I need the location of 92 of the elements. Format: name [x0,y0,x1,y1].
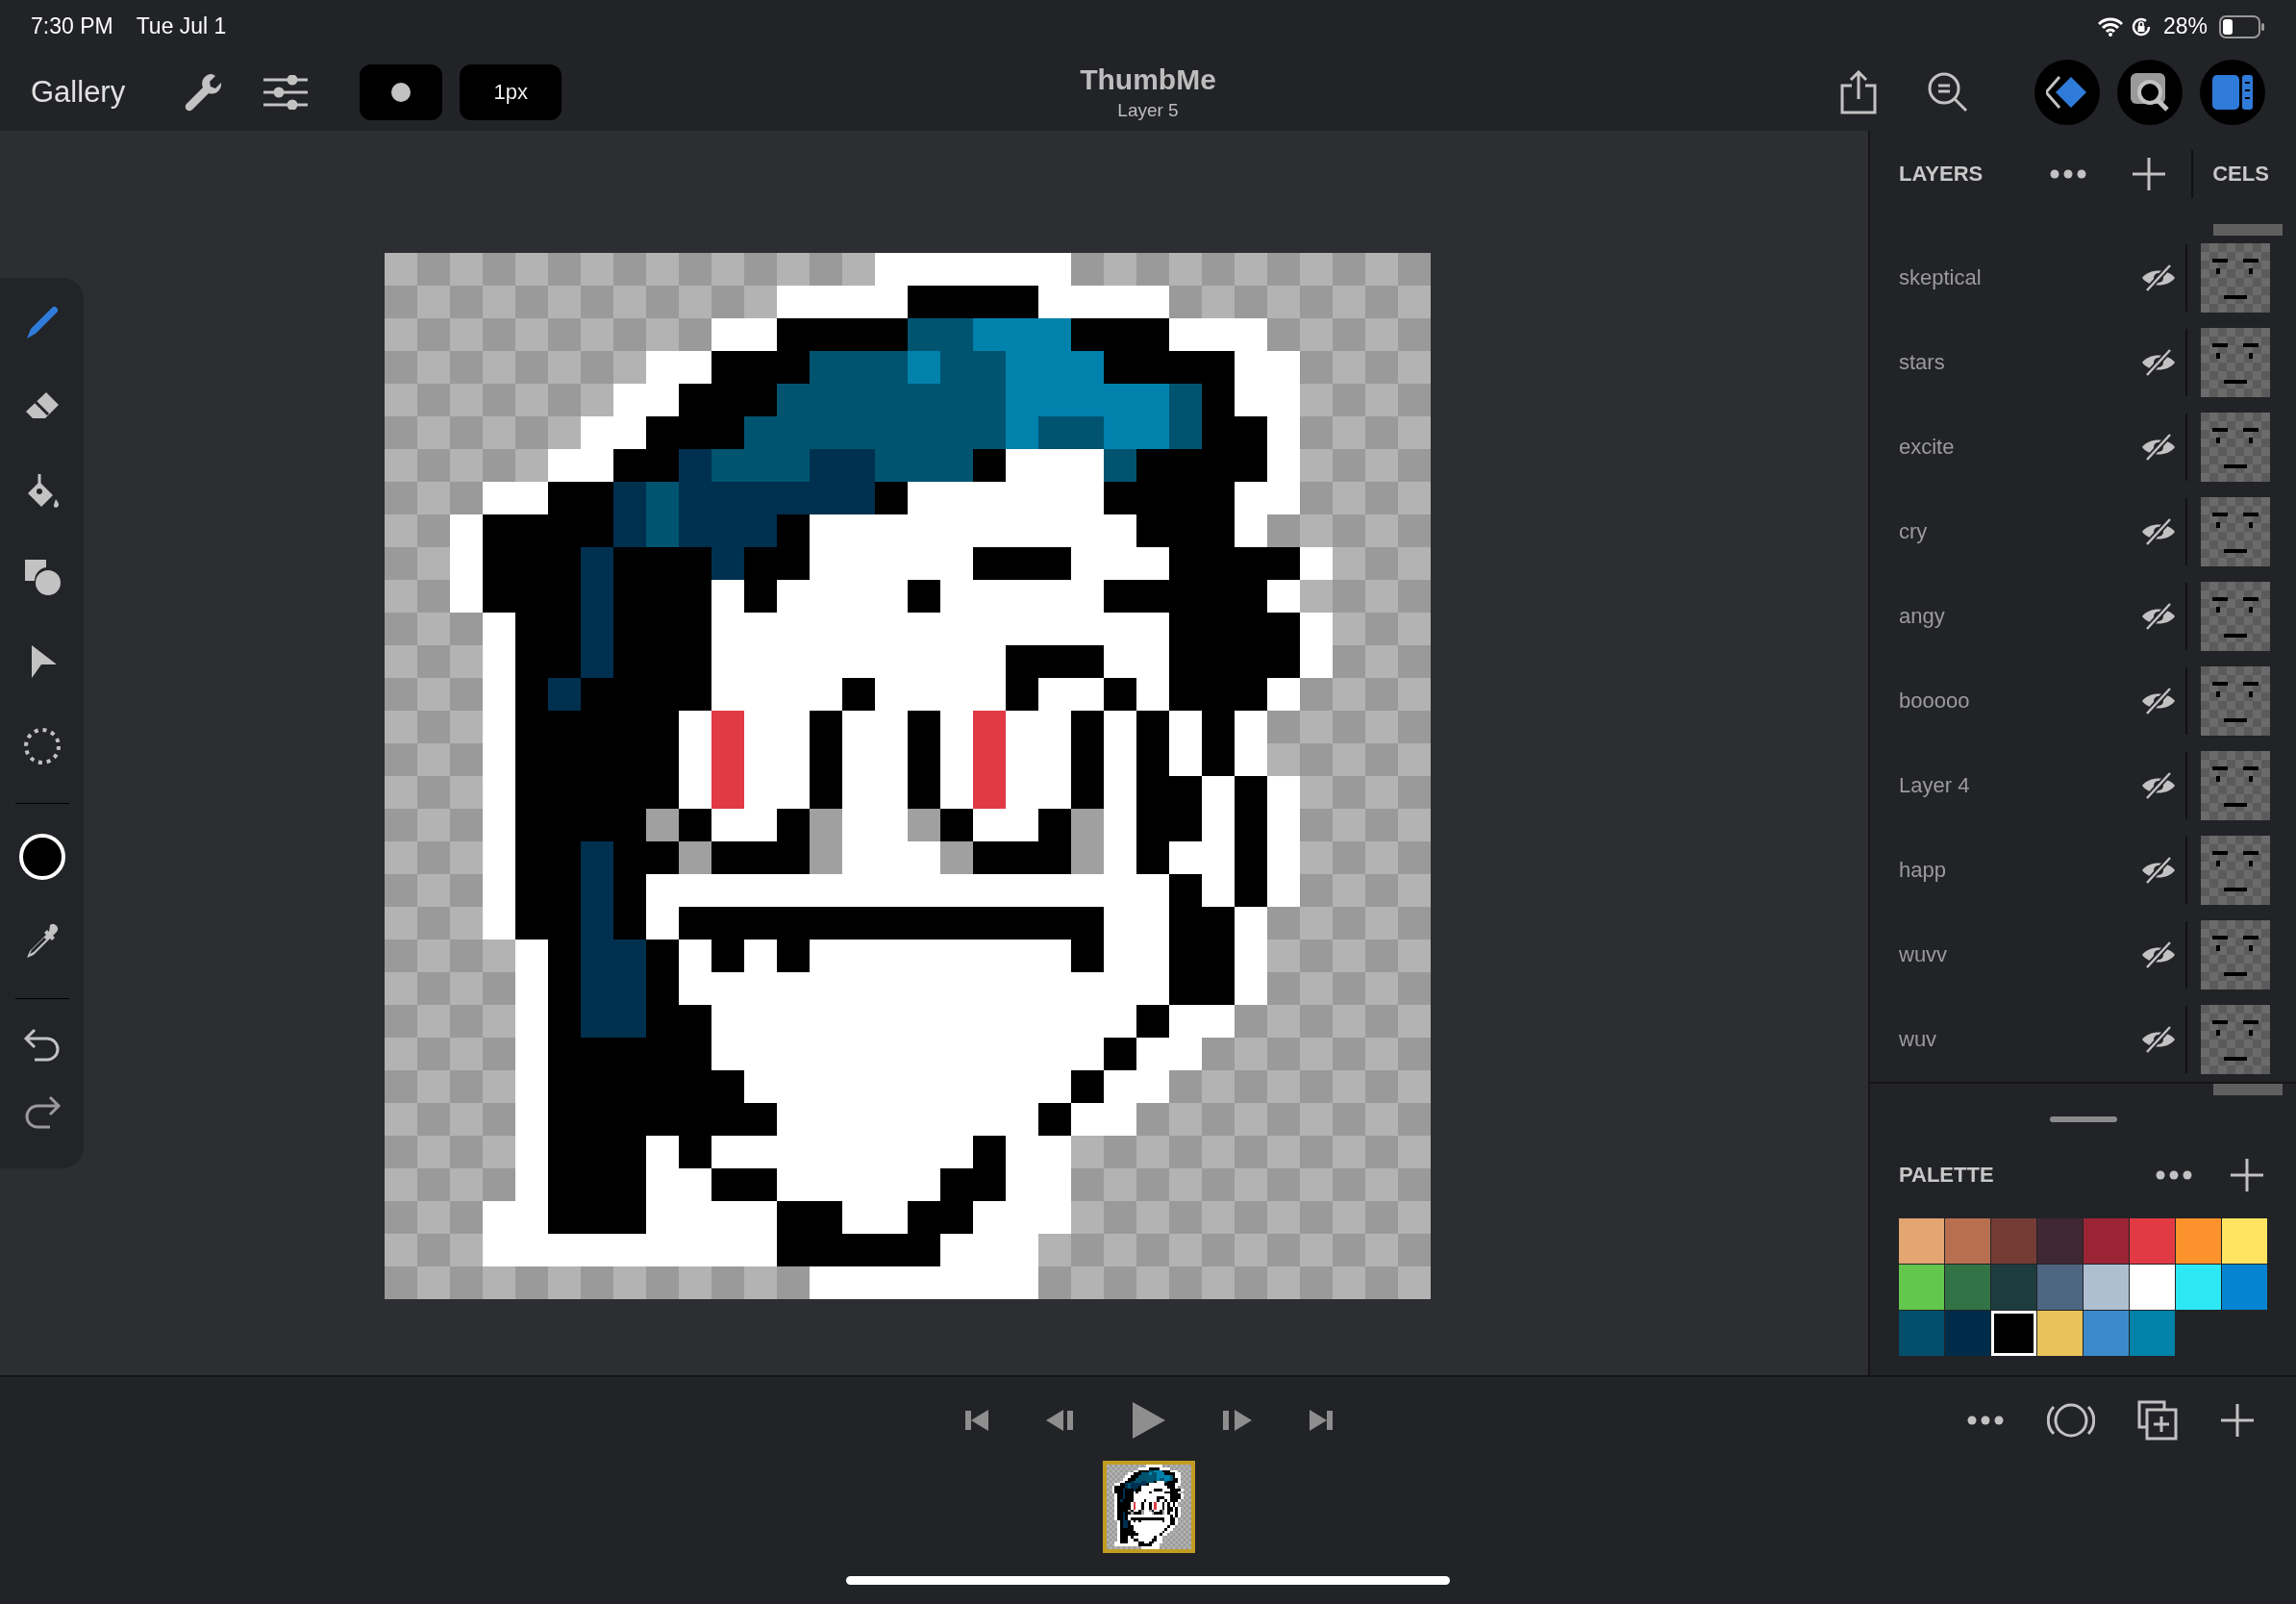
cel-thumbnail[interactable] [2201,412,2270,482]
color-swatch[interactable] [1991,1264,2036,1310]
color-swatch[interactable] [2176,1264,2221,1310]
color-well[interactable] [17,832,66,881]
layer-name[interactable]: booooo [1899,688,2141,714]
cel-thumbnail[interactable] [2201,835,2270,905]
layer-subtitle: Layer 5 [1117,99,1179,121]
more-icon[interactable] [2050,168,2087,179]
duplicate-icon[interactable] [2137,1400,2179,1441]
zoom-icon[interactable] [1927,70,1969,113]
sidebar-panel-icon [2212,74,2253,110]
wifi-icon [2097,16,2123,37]
color-swatch[interactable] [2130,1217,2175,1264]
dotted-circle-icon[interactable] [22,726,62,765]
color-swatch[interactable] [1945,1264,1990,1310]
color-swatch[interactable] [2037,1217,2083,1264]
eye-slash-icon[interactable] [2141,432,2176,462]
eye-slash-icon[interactable] [2141,601,2176,631]
color-swatch[interactable] [2037,1310,2083,1356]
battery-percent: 28% [2162,13,2208,40]
cel-thumbnail[interactable] [2201,581,2270,651]
eye-slash-icon[interactable] [2141,516,2176,546]
eye-slash-icon[interactable] [2141,347,2176,377]
layer-name[interactable]: wuvv [1899,941,2141,967]
onion-skin-icon[interactable] [2046,1402,2095,1440]
undo-icon[interactable] [22,1027,62,1063]
skip-start-icon[interactable] [964,1410,988,1432]
color-swatch[interactable] [2130,1310,2175,1356]
share-icon[interactable] [1840,69,1877,114]
color-swatch[interactable] [2176,1217,2221,1264]
skip-end-icon[interactable] [1309,1410,1333,1432]
cel-thumbnail[interactable] [2201,496,2270,566]
eye-slash-icon[interactable] [2141,263,2176,292]
color-swatch[interactable] [2037,1264,2083,1310]
color-swatch[interactable] [2222,1264,2267,1310]
color-swatch[interactable] [2084,1264,2129,1310]
shapes-icon[interactable] [22,557,62,596]
color-swatch[interactable] [1991,1217,2036,1264]
color-swatch[interactable] [1899,1310,1944,1356]
color-swatch[interactable] [2084,1310,2129,1356]
color-swatch[interactable] [1945,1217,1990,1264]
gallery-button[interactable]: Gallery [31,74,126,110]
eye-slash-icon[interactable] [2141,770,2176,800]
layer-name[interactable]: wuv [1899,1026,2141,1052]
color-swatch[interactable] [1899,1217,1944,1264]
more-icon[interactable] [2155,1169,2192,1180]
eye-slash-icon[interactable] [2141,1024,2176,1054]
eye-slash-icon[interactable] [2141,855,2176,885]
add-color-icon[interactable] [2230,1158,2263,1191]
cel-thumbnail[interactable] [2213,223,2283,236]
layer-name[interactable]: stars [1899,349,2141,375]
layer-name[interactable]: cry [1899,518,2141,544]
status-date: Tue Jul 1 [136,13,227,40]
step-back-icon[interactable] [1045,1410,1075,1432]
layer-name[interactable]: angy [1899,603,2141,629]
magnifier-icon [2129,70,2171,113]
color-swatch[interactable] [1945,1310,1990,1356]
brush-shape-button[interactable] [360,63,443,120]
color-swatch[interactable] [2084,1217,2129,1264]
cel-thumbnail[interactable] [2201,327,2270,397]
cel-thumbnail[interactable] [2201,242,2270,313]
sliders-icon[interactable] [263,74,309,110]
add-layer-icon[interactable] [2133,157,2166,190]
step-forward-icon[interactable] [1222,1410,1252,1432]
brush-size-button[interactable]: 1px [460,63,562,120]
cels-heading: CELS [2212,161,2269,187]
document-title: ThumbMe [1080,63,1216,96]
color-swatch[interactable] [2130,1264,2175,1310]
cel-thumbnail[interactable] [2201,665,2270,736]
play-icon[interactable] [1132,1402,1165,1440]
palette-heading: PALETTE [1899,1162,1994,1188]
layer-name[interactable]: Layer 4 [1899,772,2141,798]
resize-handle[interactable] [2049,1116,2117,1123]
cel-thumbnail[interactable] [2213,1083,2283,1095]
cel-thumbnail[interactable] [2201,1004,2270,1074]
frame-thumbnail[interactable] [1102,1461,1195,1554]
eye-slash-icon[interactable] [2141,940,2176,969]
layers-heading: LAYERS [1899,161,1984,187]
add-cel-icon[interactable] [2220,1404,2254,1438]
color-swatch[interactable] [1991,1310,2036,1356]
status-time: 7:30 PM [31,13,113,40]
layer-name[interactable]: skeptical [1899,264,2141,290]
more-icon[interactable] [1967,1416,2004,1426]
layer-name[interactable]: happ [1899,857,2141,883]
color-swatch[interactable] [2222,1217,2267,1264]
cel-thumbnail[interactable] [2201,919,2270,990]
layer-name[interactable]: excite [1899,434,2141,460]
color-swatch[interactable] [1899,1264,1944,1310]
cel-thumbnail[interactable] [2201,750,2270,820]
battery-icon [2219,14,2265,38]
rotation-lock-icon [2130,15,2152,38]
eye-slash-icon[interactable] [2141,686,2176,715]
